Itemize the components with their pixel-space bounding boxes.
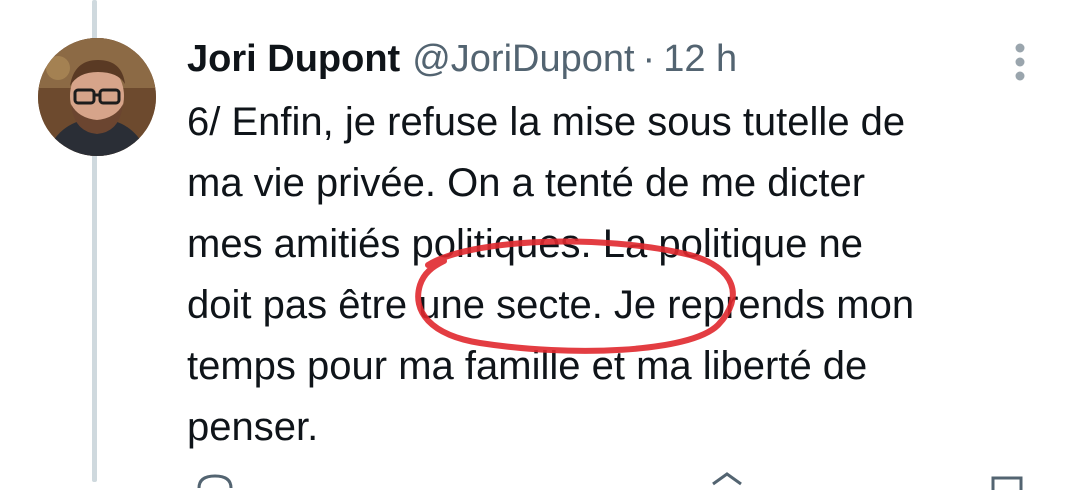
avatar-photo: [38, 38, 156, 156]
tweet-text-line: doit pas être une secte. Je reprends mon: [187, 283, 915, 327]
header-separator: ·: [642, 38, 656, 80]
more-options-button[interactable]: [1004, 40, 1036, 84]
tweet-timestamp[interactable]: 12 h: [663, 33, 737, 85]
author-display-name[interactable]: Jori Dupont: [187, 33, 400, 85]
tweet-header: Jori Dupont @JoriDupont · 12 h: [187, 33, 737, 85]
more-vertical-icon: [1015, 43, 1025, 81]
tweet-text-line: temps pour ma famille et ma liberté de: [187, 344, 868, 388]
tweet-action-bar: [187, 470, 1037, 490]
author-handle[interactable]: @JoriDupont: [412, 33, 634, 85]
tweet-text-line: mes amitiés politiques. La politique ne: [187, 222, 863, 266]
reply-icon[interactable]: [195, 470, 235, 490]
tweet-text: 6/ Enfin, je refuse la mise sous tutelle…: [187, 92, 1047, 458]
avatar[interactable]: [38, 38, 156, 156]
tweet-text-line: penser.: [187, 405, 319, 449]
retweet-icon[interactable]: [707, 470, 747, 490]
share-icon[interactable]: [987, 470, 1027, 490]
tweet-text-line: 6/ Enfin, je refuse la mise sous tutelle…: [187, 100, 906, 144]
tweet-text-line: ma vie privée. On a tenté de me dicter: [187, 161, 866, 205]
